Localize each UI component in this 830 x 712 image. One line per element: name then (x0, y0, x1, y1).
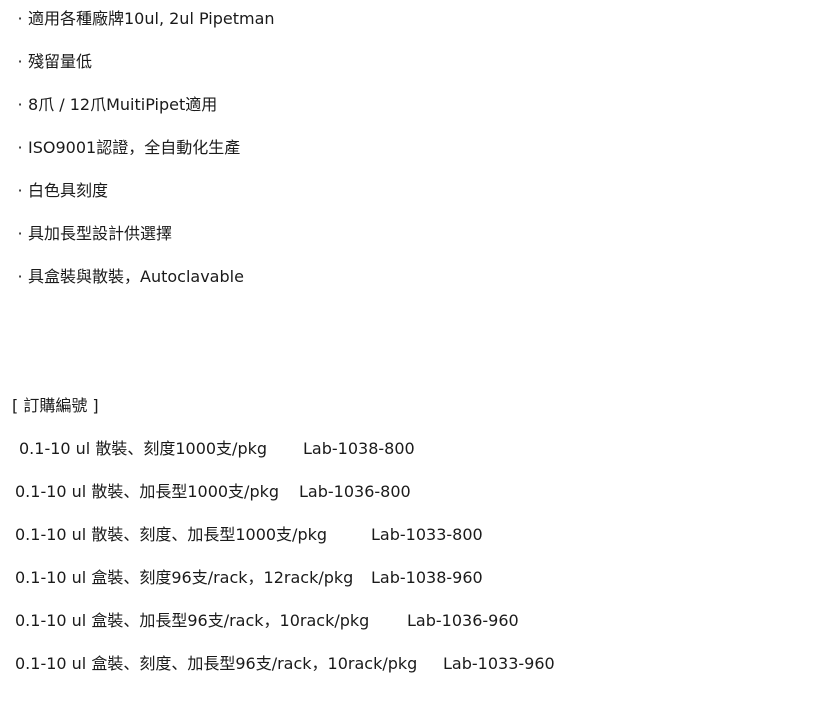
order-spec: 0.1-10 ul 散裝、刻度1000支/pkg (19, 439, 268, 458)
feature-item: · 具盒裝與散裝，Autoclavable (12, 266, 275, 309)
bullet-dot: · (17, 138, 23, 157)
order-row: 0.1-10 ul 盒裝、刻度96支/rack，12rack/pkg Lab-10… (15, 567, 555, 610)
order-code: Lab-1038-960 (371, 568, 483, 587)
order-spec: 0.1-10 ul 盒裝、刻度、加長型96支/rack，10rack/pkg (15, 654, 418, 673)
feature-item: · 殘留量低 (12, 51, 275, 94)
order-code: Lab-1036-800 (299, 482, 411, 501)
order-code: Lab-1036-960 (407, 611, 519, 630)
feature-text: 具加長型設計供選擇 (28, 224, 173, 243)
feature-item: · 8爪 / 12爪MuitiPipet適用 (12, 94, 275, 137)
bullet-dot: · (17, 224, 23, 243)
bullet-dot: · (17, 95, 23, 114)
feature-text: 8爪 / 12爪MuitiPipet適用 (28, 95, 218, 114)
order-number-heading: [ 訂購編號 ] (12, 396, 99, 415)
order-row: 0.1-10 ul 散裝、加長型1000支/pkg Lab-1036-800 (15, 481, 555, 524)
feature-text: 白色具刻度 (28, 181, 109, 200)
order-spec: 0.1-10 ul 散裝、刻度、加長型1000支/pkg (15, 525, 328, 544)
order-spec: 0.1-10 ul 盒裝、刻度96支/rack，12rack/pkg (15, 568, 354, 587)
order-row: 0.1-10 ul 散裝、刻度、加長型1000支/pkg Lab-1033-800 (15, 524, 555, 567)
bullet-dot: · (17, 9, 23, 28)
order-spec: 0.1-10 ul 盒裝、加長型96支/rack，10rack/pkg (15, 611, 370, 630)
feature-item: · 白色具刻度 (12, 180, 275, 223)
bullet-dot: · (17, 181, 23, 200)
feature-list: · 適用各種廠牌10ul, 2ul Pipetman · 殘留量低 · 8爪 / 12… (12, 8, 275, 309)
bullet-dot: · (17, 267, 23, 286)
order-row: 0.1-10 ul 盒裝、刻度、加長型96支/rack，10rack/pkg La… (15, 653, 555, 696)
feature-text: ISO9001認證，全自動化生產 (28, 138, 241, 157)
order-code: Lab-1033-960 (443, 654, 555, 673)
order-row: 0.1-10 ul 盒裝、加長型96支/rack，10rack/pkg Lab-1… (15, 610, 555, 653)
bullet-dot: · (17, 52, 23, 71)
feature-item: · 適用各種廠牌10ul, 2ul Pipetman (12, 8, 275, 51)
order-spec: 0.1-10 ul 散裝、加長型1000支/pkg (15, 482, 280, 501)
order-code: Lab-1033-800 (371, 525, 483, 544)
order-code: Lab-1038-800 (303, 439, 415, 458)
feature-text: 殘留量低 (28, 52, 93, 71)
feature-text: 具盒裝與散裝，Autoclavable (28, 267, 244, 286)
order-row: 0.1-10 ul 散裝、刻度1000支/pkg Lab-1038-800 (15, 438, 555, 481)
feature-text: 適用各種廠牌10ul, 2ul Pipetman (28, 9, 275, 28)
feature-item: · ISO9001認證，全自動化生產 (12, 137, 275, 180)
feature-item: · 具加長型設計供選擇 (12, 223, 275, 266)
order-list: 0.1-10 ul 散裝、刻度1000支/pkg Lab-1038-800 0.1… (15, 438, 555, 696)
